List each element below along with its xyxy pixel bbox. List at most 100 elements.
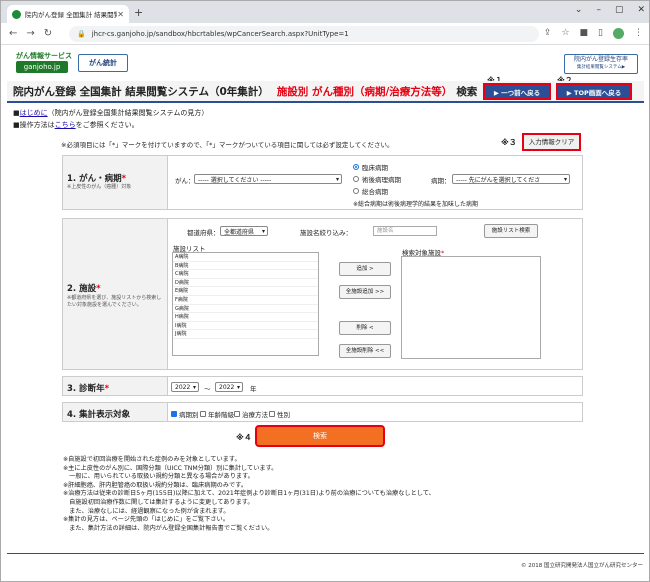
- bullet: ■: [13, 121, 20, 129]
- address-bar[interactable]: 🔒 jhcr-cs.ganjoho.jp/sandbox/hbcrtables/…: [69, 26, 539, 42]
- copyright: © 2018 国立研究開発法人国立がん研究センター: [521, 563, 643, 569]
- list-item[interactable]: A病院: [173, 253, 318, 262]
- facility-list[interactable]: A病院 B病院 C病院 D病院 E病院 F病院 G病院 H病院 I病院 J病院: [172, 252, 319, 356]
- radio-clinical-label: 臨床病期: [362, 164, 388, 172]
- survival-system-link[interactable]: 院内がん登録生存率 集計結果閲覧システム▶: [564, 54, 638, 74]
- asterisk: *: [104, 384, 110, 394]
- new-tab-icon[interactable]: +: [134, 6, 143, 19]
- clear-button[interactable]: 入力情報クリア: [522, 133, 581, 151]
- browser-window: 院内がん登録 全国集計 結果閲覧 ✕ + ⌄ – ▢ ✕ ← → ↻ 🔒 jhc…: [0, 0, 650, 582]
- facility-name-input[interactable]: 施設名: [373, 226, 437, 236]
- sec1-label: 1. がん・病期: [67, 174, 122, 184]
- facility-list-search-button[interactable]: 施設リスト検索: [484, 224, 538, 238]
- lock-icon: 🔒: [77, 30, 86, 38]
- section-label: 2. 施設* ※都道府県を選び、施設リストから検索し たい対象施設を選んでくださ…: [63, 219, 168, 369]
- extensions-icon[interactable]: ■: [580, 28, 589, 39]
- close-tab-icon[interactable]: ✕: [117, 10, 124, 19]
- year-from-select[interactable]: 2022 ▾: [171, 382, 199, 392]
- intro-links: ■はじめに（院内がん登録全国集計結果閲覧システムの見方） ■操作方法はこちらをご…: [13, 107, 208, 131]
- avatar[interactable]: [613, 28, 624, 39]
- radio-clinical[interactable]: 臨床病期: [353, 162, 388, 172]
- maximize-icon[interactable]: ▢: [615, 5, 624, 15]
- radio-selected-icon: [353, 164, 359, 170]
- sidebar-icon[interactable]: ▯: [598, 28, 603, 39]
- delete-all-button[interactable]: 全施設削除 <<: [339, 344, 391, 358]
- forward-arrow-icon[interactable]: →: [26, 28, 34, 39]
- section-title: 1. がん・病期*: [67, 172, 126, 184]
- browser-tab[interactable]: 院内がん登録 全国集計 結果閲覧 ✕: [7, 5, 129, 23]
- section-title: 2. 施設*: [67, 282, 101, 294]
- intro-link[interactable]: はじめに: [20, 109, 48, 117]
- footnote-line: 自施設初回治療作数に関しては集計するように変更してあります。: [63, 498, 254, 506]
- stats-logo[interactable]: がん統計: [78, 54, 128, 72]
- list-item[interactable]: F病院: [173, 296, 318, 305]
- year-from-value: 2022: [175, 383, 191, 391]
- section-title: 4. 集計表示対象: [67, 410, 131, 420]
- target-facility-list[interactable]: [401, 256, 541, 359]
- footnotes: ※自施設で初回治療を開始された症例のみを対象としています。 ※主に上皮性のがん別に…: [63, 456, 435, 533]
- chevron-down-icon: ▾: [563, 175, 567, 183]
- list-item[interactable]: I病院: [173, 322, 318, 331]
- page-title-suffix: 検索: [456, 85, 478, 98]
- list-item[interactable]: G病院: [173, 305, 318, 314]
- op-suffix: をご参照ください。: [75, 121, 139, 129]
- back-arrow-icon[interactable]: ←: [9, 28, 17, 39]
- check-stage[interactable]: 病期別: [171, 409, 199, 419]
- asterisk: *: [96, 284, 101, 294]
- footnote-line: また、集計方法の詳細は、院内がん登録全国集計報告書でご覧ください。: [63, 524, 274, 532]
- search-button[interactable]: 検索: [255, 425, 385, 447]
- close-window-icon[interactable]: ✕: [637, 5, 645, 15]
- page-title-red: 施設別 がん種別（病期/治療方法等）: [276, 85, 453, 98]
- menu-dots-icon[interactable]: ⋮: [634, 28, 643, 39]
- check-sex[interactable]: 性別: [269, 409, 290, 419]
- section-label: 3. 診断年*: [63, 377, 168, 395]
- tab-title: 院内がん登録 全国集計 結果閲覧: [25, 11, 118, 19]
- top-button[interactable]: ▶ TOP画面へ戻る: [556, 83, 632, 100]
- share-icon[interactable]: ⇪: [544, 28, 552, 39]
- section-label: 1. がん・病期* ※上皮性のがん（癌腫）対象: [63, 156, 168, 209]
- radio-pathological[interactable]: 術後病理病期: [353, 174, 401, 184]
- list-item[interactable]: H病院: [173, 313, 318, 322]
- section-title: 3. 診断年*: [67, 382, 109, 394]
- radio-icon: [353, 188, 359, 194]
- list-item[interactable]: J病院: [173, 330, 318, 339]
- radio-combined-label: 総合病期: [362, 188, 388, 196]
- list-item[interactable]: B病院: [173, 262, 318, 271]
- section-label: 4. 集計表示対象: [63, 403, 168, 421]
- required-note: ※必須項目には「*」マークを付けていますので、「*」マークがついている項目に関し…: [61, 141, 394, 149]
- site-logo-domain[interactable]: ganjoho.jp: [16, 61, 68, 73]
- stage-note: ※総合病期は術後病理学的結果を加味した病期: [353, 201, 479, 208]
- year-to-value: 2022: [219, 383, 235, 391]
- radio-combined[interactable]: 総合病期: [353, 186, 388, 196]
- add-all-button[interactable]: 全施設追加 >>: [339, 285, 391, 299]
- op-link[interactable]: こちら: [55, 121, 76, 129]
- chevron-down-icon[interactable]: ⌄: [575, 5, 583, 15]
- checkbox-icon: [269, 411, 275, 417]
- check-age-label: 年齢階級: [208, 411, 234, 419]
- survival-link-sub: 集計結果閲覧システム▶: [576, 65, 626, 70]
- pref-select[interactable]: 全都道府県 ▾: [220, 226, 268, 236]
- stage-select[interactable]: ----- 先にがんを選択してくださ ▾: [452, 174, 570, 184]
- chevron-down-icon: ▾: [192, 383, 196, 391]
- stage-label: 病期：: [431, 177, 451, 185]
- cancer-select[interactable]: ----- 選択してください ----- ▾: [194, 174, 342, 184]
- minimize-icon[interactable]: –: [596, 5, 601, 15]
- list-item[interactable]: E病院: [173, 287, 318, 296]
- cancer-label: がん：: [175, 177, 195, 185]
- footnote-line: ※集計の見方は、ページ先頭の「はじめに」をご覧下さい。: [63, 516, 229, 524]
- checkbox-icon: [200, 411, 206, 417]
- back-button[interactable]: ▶ 一つ前へ戻る: [483, 83, 551, 100]
- page-title: 院内がん登録 全国集計 結果閲覧システム（0年集計）: [13, 85, 269, 98]
- list-item[interactable]: C病院: [173, 270, 318, 279]
- list-item[interactable]: D病院: [173, 279, 318, 288]
- section-sub: ※上皮性のがん（癌腫）対象: [67, 184, 132, 190]
- check-age[interactable]: 年齢階級: [200, 409, 234, 419]
- year-sep: ～: [204, 385, 211, 393]
- reload-icon[interactable]: ↻: [44, 28, 52, 39]
- note-marker-3: ※３: [501, 138, 517, 147]
- delete-button[interactable]: 削除 <: [339, 321, 391, 335]
- bookmark-star-icon[interactable]: ☆: [561, 28, 569, 39]
- check-treatment[interactable]: 治療方法: [234, 409, 268, 419]
- year-to-select[interactable]: 2022 ▾: [215, 382, 243, 392]
- add-button[interactable]: 追加 >: [339, 262, 391, 276]
